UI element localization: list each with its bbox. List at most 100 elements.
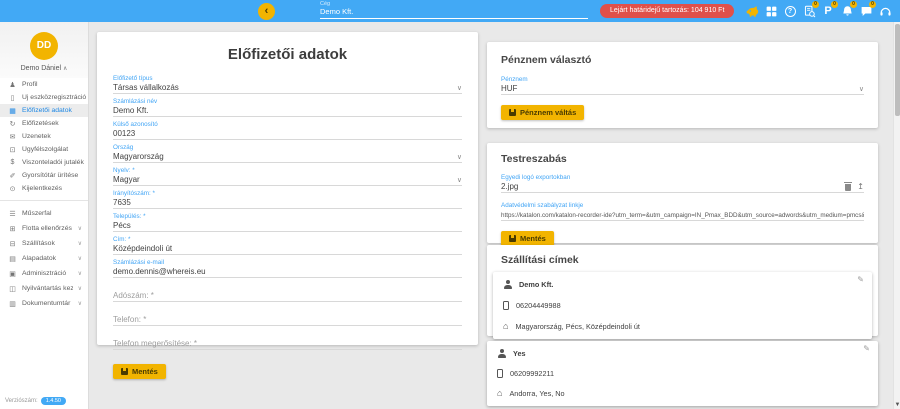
- help-icon[interactable]: ?: [783, 4, 797, 18]
- currency-change-button-label: Pénznem váltás: [520, 108, 576, 117]
- sidebar-item-muszerfal[interactable]: ☰ Műszerfal: [0, 206, 88, 221]
- vertical-scrollbar[interactable]: ▼: [893, 22, 900, 409]
- chevron-down-icon: ∨: [78, 270, 82, 277]
- document-search-icon[interactable]: 0: [802, 4, 816, 18]
- field-value: Pécs: [113, 221, 462, 230]
- sidebar-item-viszonteladoi-jutalek[interactable]: $ Viszonteladói jutalék: [0, 156, 88, 169]
- sidebar-item-flotta-ellenorzes[interactable]: ⊞ Flotta ellenőrzés ∨: [0, 221, 88, 236]
- chevron-down-icon: ∨: [78, 255, 82, 262]
- scrollbar-thumb[interactable]: [895, 24, 900, 116]
- customization-save-button[interactable]: Mentés: [501, 231, 554, 246]
- sidebar-item-gyorsitotar-uritese[interactable]: ✐ Gyorsítótár ürítése: [0, 169, 88, 182]
- home-icon: ⌂: [497, 389, 502, 398]
- field-orszag[interactable]: Ország Magyarország ∨: [113, 144, 462, 163]
- field-elofizeto-tipus[interactable]: Előfizető típus Társas vállalkozás ∨: [113, 75, 462, 94]
- person-icon: [497, 349, 506, 358]
- delete-logo-icon[interactable]: [845, 184, 851, 191]
- field-adoszam[interactable]: Adószám: *: [113, 291, 462, 302]
- edit-icon[interactable]: ✎: [863, 344, 870, 353]
- address-location: Magyarország, Pécs, Középdeindoli út: [515, 322, 640, 331]
- sidebar-item-adminisztracio[interactable]: ▣ Adminisztráció ∨: [0, 266, 88, 281]
- refresh-icon: ↻: [8, 120, 17, 128]
- parking-icon[interactable]: P 0: [821, 4, 835, 18]
- address-name-row: Demo Kft.: [503, 274, 862, 295]
- sidebar-item-uzenetek[interactable]: ✉ Üzenetek: [0, 130, 88, 143]
- save-button-label: Mentés: [520, 234, 546, 243]
- customization-card: Testreszabás Egyedi logó exportokban 2.j…: [487, 143, 878, 243]
- bell-icon[interactable]: 0: [840, 4, 854, 18]
- headset-icon[interactable]: [878, 4, 892, 18]
- field-placeholder: Adószám: *: [113, 291, 462, 300]
- sidebar-item-label: Előfizetések: [22, 120, 88, 127]
- sidebar-item-uj-eszkozregisztracio[interactable]: ▯ Új eszközregisztráció: [0, 91, 88, 104]
- field-placeholder: Telefon megerősítése: *: [113, 339, 462, 348]
- sidebar-item-label: Profil: [22, 81, 88, 88]
- address-phone-row: 06204449988: [503, 295, 862, 316]
- sidebar-item-profil[interactable]: ♟ Profil: [0, 78, 88, 91]
- field-kulso-azonosito[interactable]: Külső azonosító 00123: [113, 121, 462, 140]
- field-value: 00123: [113, 129, 462, 138]
- field-telepules[interactable]: Település: * Pécs: [113, 213, 462, 232]
- back-button[interactable]: ‹: [258, 3, 275, 20]
- data-icon: ▤: [8, 255, 17, 263]
- documents-icon: ▥: [8, 300, 17, 308]
- chevron-down-icon: ∨: [457, 84, 462, 92]
- field-szamlazasi-email[interactable]: Számlázási e-mail demo.dennis@whereis.eu: [113, 259, 462, 278]
- chevron-down-icon: ∨: [78, 240, 82, 247]
- save-icon: [509, 235, 516, 242]
- field-label: Számlázási név: [113, 98, 462, 106]
- address-phone-row: 06209992211: [497, 363, 868, 383]
- sidebar-item-label: Új eszközregisztráció: [22, 94, 88, 101]
- field-egyedi-logo[interactable]: Egyedi logó exportokban 2.jpg ↥: [501, 174, 864, 193]
- field-label: Ország: [113, 144, 462, 152]
- sidebar-item-kijelentkezes[interactable]: ⊙ Kijelentkezés: [0, 182, 88, 195]
- field-value: https://katalon.com/katalon-recorder-ide…: [501, 212, 864, 219]
- save-button[interactable]: Mentés: [113, 364, 166, 379]
- upload-logo-icon[interactable]: ↥: [857, 183, 864, 191]
- sidebar-user-header[interactable]: DD Demo Dániel ∧: [0, 22, 88, 78]
- version-badge: 1.4.50: [41, 397, 66, 405]
- sidebar-item-label: Szállítások: [22, 240, 73, 247]
- field-label: Település: *: [113, 213, 462, 221]
- field-iranyitoszam[interactable]: Irányítószám: * 7635: [113, 190, 462, 209]
- currency-change-button[interactable]: Pénznem váltás: [501, 105, 584, 120]
- sidebar-item-alapadatok[interactable]: ▤ Alapadatok ∨: [0, 251, 88, 266]
- field-telefon[interactable]: Telefon: *: [113, 315, 462, 326]
- scroll-down-icon[interactable]: ▼: [894, 402, 900, 408]
- field-value: Magyar: [113, 175, 457, 184]
- chevron-up-icon: ∧: [63, 66, 67, 72]
- address-name: Demo Kft.: [519, 280, 553, 289]
- shipping-addresses-panel: Szállítási címek ✎ Demo Kft. 06204449988…: [487, 245, 878, 336]
- apps-grid-icon[interactable]: [764, 4, 778, 18]
- fleet-icon: ⊞: [8, 225, 17, 233]
- field-value: 2.jpg: [501, 182, 845, 191]
- sidebar-item-dokumentumtar[interactable]: ▥ Dokumentumtár ∨: [0, 296, 88, 311]
- field-telefon-megerositese[interactable]: Telefon megerősítése: *: [113, 339, 462, 350]
- address-location: Andorra, Yes, No: [509, 389, 564, 398]
- notification-count-badge: 0: [850, 1, 857, 8]
- sidebar-item-szallitasok[interactable]: ⊟ Szállítások ∨: [0, 236, 88, 251]
- edit-icon[interactable]: ✎: [857, 275, 864, 284]
- sidebar-item-elofizetoi-adatok[interactable]: ▦ Előfizetői adatok: [0, 104, 88, 117]
- address-location-row: ⌂ Magyarország, Pécs, Középdeindoli út: [503, 316, 862, 337]
- sidebar-item-elofizetesek[interactable]: ↻ Előfizetések: [0, 117, 88, 130]
- version-info: Verziószám: 1.4.50: [5, 397, 66, 405]
- currency-selector-card: Pénznem választó Pénznem HUF ∨ Pénznem v…: [487, 42, 878, 128]
- address-location-row: ⌂ Andorra, Yes, No: [497, 383, 868, 403]
- chat-icon[interactable]: 0: [859, 4, 873, 18]
- field-label: Számlázási e-mail: [113, 259, 462, 267]
- field-penznem[interactable]: Pénznem HUF ∨: [501, 76, 864, 95]
- field-cim[interactable]: Cím: * Középdeindoli út: [113, 236, 462, 255]
- field-nyelv[interactable]: Nyelv: * Magyar ∨: [113, 167, 462, 186]
- sidebar-item-ugyfelszolgalat[interactable]: ⊡ Ügyfélszolgálat: [0, 143, 88, 156]
- field-adatvedelmi-link[interactable]: Adatvédelmi szabályzat linkje https://ka…: [501, 202, 864, 221]
- company-input[interactable]: Cég Demo Kft.: [320, 1, 588, 19]
- customization-panel-title: Testreszabás: [501, 153, 864, 165]
- sidebar-item-label: Alapadatok: [22, 255, 73, 262]
- home-icon: ⌂: [503, 322, 508, 331]
- piggy-bank-icon[interactable]: [745, 4, 759, 18]
- sidebar-item-nyilvantartas-kezeles[interactable]: ◫ Nyilvántartás kezelés ∨: [0, 281, 88, 296]
- field-value: 7635: [113, 198, 462, 207]
- field-szamlazasi-nev[interactable]: Számlázási név Demo Kft.: [113, 98, 462, 117]
- subscriber-data-card: Előfizetői adatok Előfizető típus Társas…: [97, 32, 478, 345]
